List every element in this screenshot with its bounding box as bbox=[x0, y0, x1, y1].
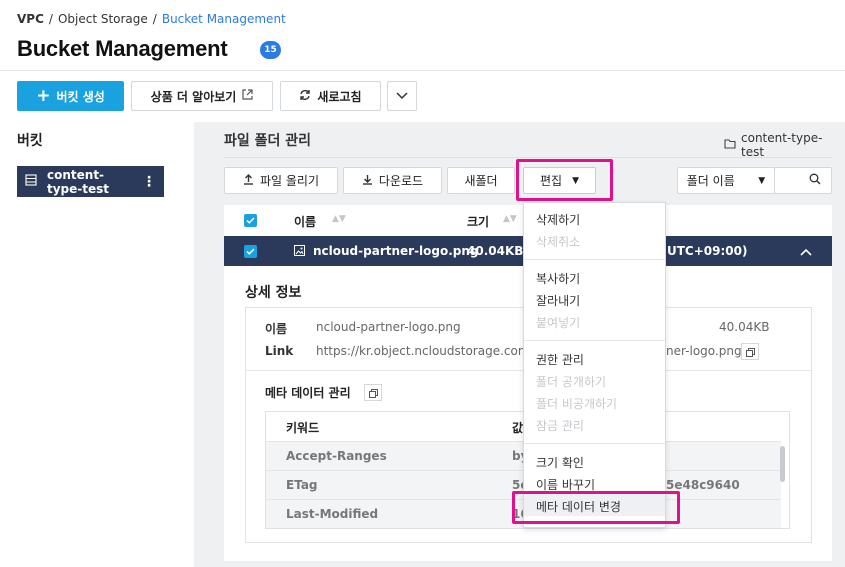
kebab-menu-icon[interactable]: ⋮ bbox=[142, 175, 156, 189]
menu-divider bbox=[524, 259, 665, 260]
caret-down-icon: ▼ bbox=[758, 175, 766, 186]
breadcrumb-vpc[interactable]: VPC bbox=[17, 12, 44, 26]
more-options-button[interactable] bbox=[387, 81, 417, 111]
file-size: 40.04KB bbox=[467, 244, 524, 258]
download-label: 다운로드 bbox=[378, 174, 424, 188]
breadcrumb-separator: / bbox=[152, 12, 157, 26]
detail-link-label: Link bbox=[265, 344, 294, 358]
upload-label: 파일 올리기 bbox=[259, 174, 319, 188]
new-folder-button[interactable]: 새폴더 bbox=[447, 167, 515, 194]
detail-size-value: 40.04KB bbox=[719, 320, 770, 334]
copy-icon bbox=[368, 383, 378, 402]
refresh-icon bbox=[299, 89, 311, 104]
menu-item-delete[interactable]: 삭제하기 bbox=[536, 211, 580, 228]
section-divider bbox=[224, 157, 832, 158]
search-type-label: 폴더 이름 bbox=[686, 174, 735, 188]
search-icon bbox=[809, 173, 821, 188]
menu-item-make-private: 폴더 비공개하기 bbox=[536, 397, 618, 411]
sidebar-item-bucket[interactable]: content-type-test ⋮ bbox=[17, 166, 164, 197]
metadata-scrollbar[interactable] bbox=[780, 446, 785, 482]
section-title: 파일 폴더 관리 bbox=[224, 133, 312, 149]
download-icon bbox=[362, 174, 373, 188]
select-all-checkbox[interactable] bbox=[244, 214, 257, 227]
file-name: ncloud-partner-logo.png bbox=[313, 244, 479, 258]
file-modified-date: UTC+09:00) bbox=[667, 244, 748, 258]
upload-file-button[interactable]: 파일 올리기 bbox=[224, 167, 338, 194]
metadata-copy-button[interactable] bbox=[364, 384, 382, 401]
download-button[interactable]: 다운로드 bbox=[343, 167, 442, 194]
metadata-header-keyword: 키워드 bbox=[286, 421, 320, 435]
metadata-header-value: 값 bbox=[512, 421, 524, 435]
upload-icon bbox=[243, 173, 254, 188]
detail-link-value-end[interactable]: ner-logo.png bbox=[666, 344, 742, 358]
count-badge: 15 bbox=[260, 41, 281, 59]
menu-item-cut[interactable]: 잘라내기 bbox=[536, 292, 580, 309]
external-link-icon bbox=[242, 89, 253, 103]
metadata-key: ETag bbox=[286, 478, 318, 492]
refresh-button[interactable]: 새로고침 bbox=[280, 81, 381, 111]
metadata-title: 메타 데이터 관리 bbox=[265, 386, 351, 400]
metadata-key: Accept-Ranges bbox=[286, 449, 387, 463]
learn-more-button[interactable]: 상품 더 알아보기 bbox=[131, 81, 273, 111]
folder-path-text: content-type-test bbox=[741, 131, 823, 159]
copy-icon bbox=[745, 342, 755, 361]
menu-divider bbox=[524, 340, 665, 341]
menu-item-paste: 붙여넣기 bbox=[536, 316, 581, 330]
column-header-name[interactable]: 이름 bbox=[294, 213, 316, 230]
sort-icon[interactable]: ▲▼ bbox=[332, 214, 346, 224]
edit-button-highlight bbox=[516, 159, 613, 201]
breadcrumb-bucket-management[interactable]: Bucket Management bbox=[162, 12, 286, 26]
copy-link-button[interactable] bbox=[741, 343, 759, 360]
column-header-size[interactable]: 크기 bbox=[467, 213, 489, 230]
bucket-name: content-type-test bbox=[47, 167, 110, 196]
folder-path: content-type-test bbox=[724, 131, 845, 159]
breadcrumb-separator: / bbox=[48, 12, 53, 26]
menu-item-lock: 잠금 관리 bbox=[536, 419, 584, 433]
chevron-up-icon[interactable] bbox=[800, 245, 812, 259]
metadata-key: Last-Modified bbox=[286, 507, 379, 521]
page-title: Bucket Management bbox=[17, 36, 228, 61]
sidebar-title: 버킷 bbox=[17, 133, 43, 149]
menu-divider bbox=[524, 443, 665, 444]
new-folder-label: 새폴더 bbox=[464, 174, 498, 188]
create-bucket-label: 버킷 생성 bbox=[56, 89, 105, 104]
menu-item-undo-delete: 삭제취소 bbox=[536, 235, 581, 249]
row-checkbox[interactable] bbox=[244, 245, 257, 258]
create-bucket-button[interactable]: + 버킷 생성 bbox=[17, 81, 124, 111]
detail-link-value[interactable]: https://kr.object.ncloudstorage.com/co bbox=[316, 344, 548, 358]
menu-item-check-size[interactable]: 크기 확인 bbox=[536, 454, 584, 471]
search-button[interactable] bbox=[774, 167, 832, 194]
detail-name-label: 이름 bbox=[265, 322, 288, 336]
change-metadata-highlight bbox=[512, 491, 680, 524]
menu-item-make-public: 폴더 공개하기 bbox=[536, 375, 607, 389]
metadata-value-end: 5e48c9640 bbox=[666, 478, 740, 492]
sort-icon[interactable]: ▲▼ bbox=[503, 214, 517, 224]
details-title: 상세 정보 bbox=[245, 285, 302, 301]
refresh-label: 새로고침 bbox=[317, 89, 362, 104]
menu-item-copy[interactable]: 복사하기 bbox=[536, 270, 580, 287]
chevron-down-icon bbox=[396, 89, 408, 103]
breadcrumb-object-storage[interactable]: Object Storage bbox=[58, 12, 148, 26]
image-file-icon bbox=[294, 245, 305, 259]
learn-more-label: 상품 더 알아보기 bbox=[150, 89, 237, 104]
menu-item-permissions[interactable]: 권한 관리 bbox=[536, 351, 584, 368]
storage-icon bbox=[25, 174, 37, 189]
breadcrumb: VPC / Object Storage / Bucket Management bbox=[17, 12, 286, 26]
plus-icon: + bbox=[36, 85, 51, 106]
folder-icon bbox=[724, 138, 736, 152]
detail-name-value: ncloud-partner-logo.png bbox=[316, 320, 461, 334]
search-type-select[interactable]: 폴더 이름 ▼ bbox=[677, 167, 775, 194]
header-divider bbox=[0, 70, 845, 71]
